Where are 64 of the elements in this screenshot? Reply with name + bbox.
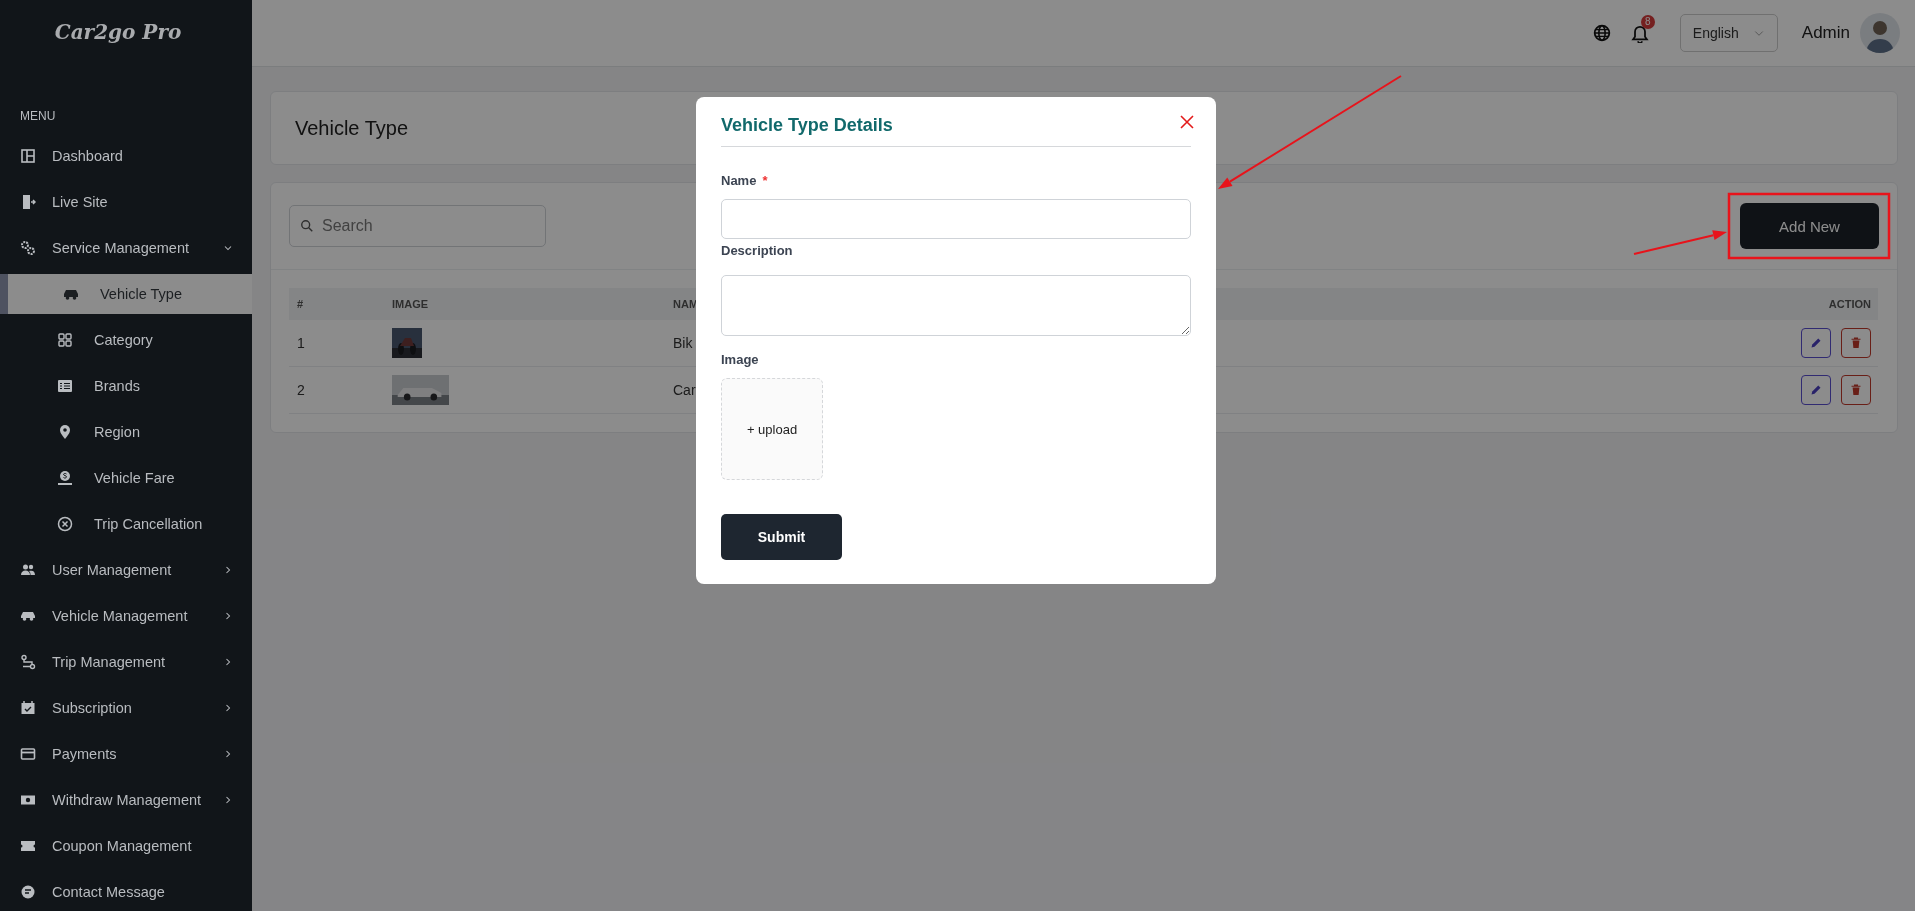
close-icon [1179,113,1195,130]
users-icon [20,562,36,578]
menu-heading: MENU [19,109,57,123]
delete-button[interactable] [1841,375,1871,405]
list-icon [57,378,73,394]
route-icon [20,654,36,670]
message-icon [20,884,36,900]
upload-box[interactable]: + upload [721,378,823,480]
sidebar-item[interactable]: User Management [0,547,252,593]
column-header: # [289,288,392,320]
close-button[interactable] [1179,113,1195,130]
search-field[interactable]: Search [289,205,546,247]
grid-icon [57,332,73,348]
bell-icon [1629,23,1650,43]
pencil-icon [1810,384,1822,396]
sidebar-item[interactable]: Payments [0,731,252,777]
edit-button[interactable] [1801,375,1831,405]
sidebar-item[interactable]: Service Management [0,225,252,271]
description-input[interactable] [721,275,1191,336]
app-logo: Car2go Pro [54,19,182,46]
gears-icon [20,240,36,256]
coin-hand-icon [57,470,73,486]
sidebar-subitem[interactable]: Brands [0,363,252,409]
trash-icon [1850,384,1862,396]
map-pin-icon [57,424,73,440]
sidebar-subitem[interactable]: Vehicle Fare [0,455,252,501]
door-exit-icon [20,194,36,210]
search-icon [300,219,314,233]
sidebar-item[interactable]: Withdraw Management [0,777,252,823]
credit-card-icon [20,746,36,762]
sidebar-item[interactable]: Contact Message [0,869,252,911]
field-label: Name * [721,173,768,188]
sidebar-item[interactable]: Dashboard [0,133,252,179]
language-select[interactable]: English [1679,14,1778,52]
sidebar-item[interactable]: Subscription [0,685,252,731]
name-input[interactable] [721,199,1191,239]
column-header: IMAGE [392,288,673,320]
field-label: Image [721,352,759,367]
modal-title: Vehicle Type Details [721,115,893,136]
sidebar-subitem[interactable]: Trip Cancellation [0,501,252,547]
sidebar-item[interactable]: Live Site [0,179,252,225]
globe-icon [1592,24,1611,42]
sidebar-subitem[interactable]: Category [0,317,252,363]
page-title: Vehicle Type [295,116,409,140]
sidebar-item[interactable]: Trip Management [0,639,252,685]
pencil-icon [1810,337,1822,349]
user-avatar[interactable] [1860,13,1900,53]
sidebar-subitem[interactable]: Region [0,409,252,455]
trash-icon [1850,337,1862,349]
edit-button[interactable] [1801,328,1831,358]
notification-badge: 8 [1640,15,1655,29]
delete-button[interactable] [1841,328,1871,358]
calendar-check-icon [20,700,36,716]
sidebar-item[interactable]: Vehicle Management [0,593,252,639]
add-new-button[interactable]: Add New [1740,203,1879,249]
ticket-icon [20,838,36,854]
user-name[interactable]: Admin [1801,23,1850,43]
sidebar-subitem[interactable]: Vehicle Type [0,274,252,314]
dashboard-icon [20,148,36,164]
required-mark: * [762,173,768,188]
field-label: Description [721,243,793,258]
cancel-circle-icon [57,516,73,532]
submit-button[interactable]: Submit [721,514,842,560]
sidebar-item[interactable]: Coupon Management [0,823,252,869]
